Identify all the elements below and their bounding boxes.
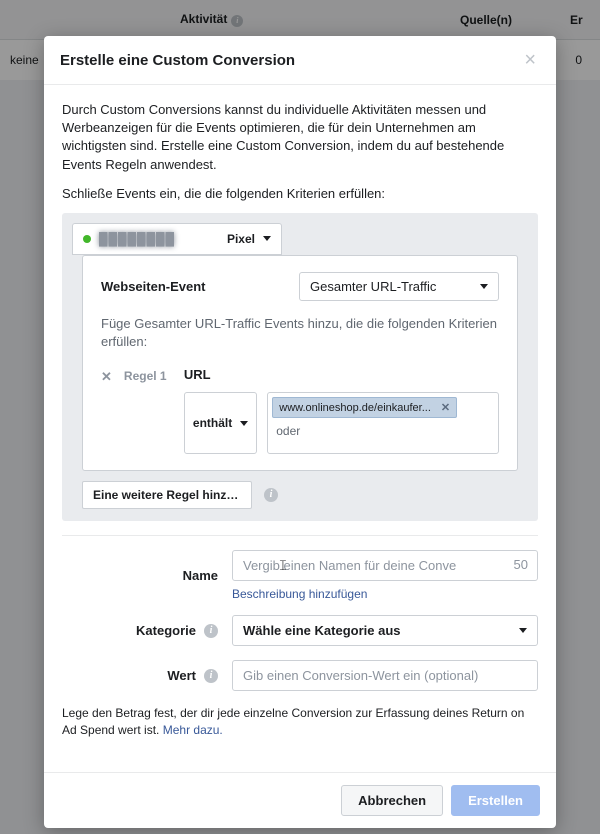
rule-block: ✕ Regel 1 URL enthält www.onlineshop.de/…	[101, 367, 499, 454]
modal-title: Erstelle eine Custom Conversion	[60, 52, 295, 69]
learn-more-link[interactable]: Mehr dazu.	[163, 723, 223, 737]
wert-input[interactable]	[232, 660, 538, 691]
url-label: URL	[184, 367, 499, 382]
pixel-name-blurred: ████████	[99, 232, 227, 246]
name-char-count: 50	[514, 557, 528, 572]
event-subtext: Füge Gesamter URL-Traffic Events hinzu, …	[101, 315, 499, 351]
category-select[interactable]: Wähle eine Kategorie aus	[232, 615, 538, 646]
divider	[62, 535, 538, 536]
rule-number-label: Regel 1	[124, 369, 184, 454]
website-event-label: Webseiten-Event	[101, 279, 299, 294]
cancel-button[interactable]: Abbrechen	[341, 785, 443, 816]
caret-down-icon	[519, 628, 527, 633]
add-rule-button[interactable]: Eine weitere Regel hinzuf...	[82, 481, 252, 509]
create-custom-conversion-modal: Erstelle eine Custom Conversion × Durch …	[44, 36, 556, 828]
chip-remove-icon[interactable]: ✕	[441, 401, 450, 414]
criteria-line: Schließe Events ein, die die folgenden K…	[62, 186, 538, 201]
caret-down-icon	[480, 284, 488, 289]
modal-header: Erstelle eine Custom Conversion ×	[44, 36, 556, 85]
url-chip-text: www.onlineshop.de/einkaufer...	[279, 402, 431, 414]
modal-body: Durch Custom Conversions kannst du indiv…	[44, 85, 556, 772]
condition-select[interactable]: enthält	[184, 392, 257, 454]
add-description-link[interactable]: Beschreibung hinzufügen	[232, 587, 367, 601]
url-values-input[interactable]: www.onlineshop.de/einkaufer... ✕ oder	[267, 392, 499, 454]
create-button[interactable]: Erstellen	[451, 785, 540, 816]
remove-rule-icon[interactable]: ✕	[101, 369, 112, 454]
modal-footer: Abbrechen Erstellen	[44, 772, 556, 828]
caret-down-icon	[240, 421, 248, 426]
criteria-panel: ████████ Pixel Webseiten-Event Gesamter …	[62, 213, 538, 521]
website-event-select[interactable]: Gesamter URL-Traffic	[299, 272, 499, 301]
pixel-suffix: Pixel	[227, 232, 255, 246]
category-label: Kategorie	[136, 623, 196, 638]
info-icon: i	[204, 669, 218, 683]
info-icon: i	[204, 624, 218, 638]
name-label: Name	[62, 568, 232, 583]
or-label: oder	[272, 418, 494, 440]
event-panel: Webseiten-Event Gesamter URL-Traffic Füg…	[82, 255, 518, 471]
name-input[interactable]	[232, 550, 538, 581]
intro-text: Durch Custom Conversions kannst du indiv…	[62, 101, 538, 174]
caret-down-icon	[263, 236, 271, 241]
close-icon[interactable]: ×	[520, 50, 540, 70]
pixel-selector[interactable]: ████████ Pixel	[72, 223, 282, 255]
wert-label: Wert	[167, 668, 196, 683]
footnote: Lege den Betrag fest, der dir jede einze…	[62, 705, 538, 739]
info-icon: i	[264, 488, 278, 502]
url-chip: www.onlineshop.de/einkaufer... ✕	[272, 397, 457, 418]
status-dot-icon	[83, 235, 91, 243]
